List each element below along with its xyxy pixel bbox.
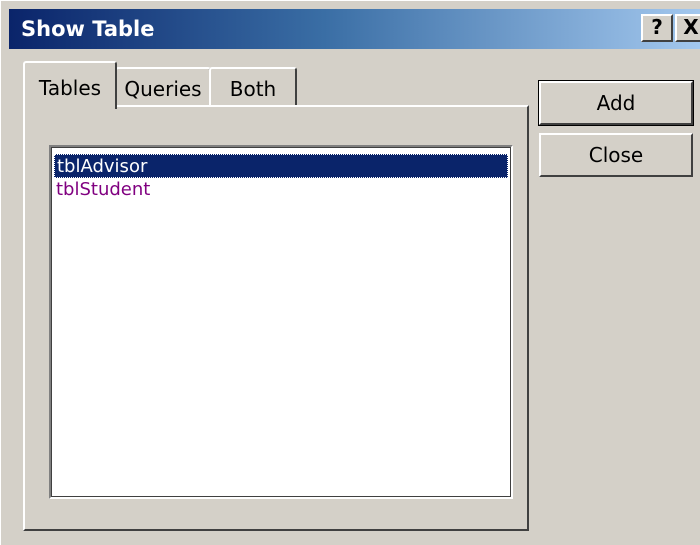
tab-tables[interactable]: Tables	[23, 61, 117, 109]
tab-both[interactable]: Both	[209, 67, 297, 107]
tab-queries[interactable]: Queries	[115, 67, 211, 107]
help-icon: ?	[651, 15, 663, 39]
tables-listbox[interactable]: tblAdvisor tblStudent	[49, 145, 513, 499]
close-button[interactable]: Close	[539, 133, 693, 177]
add-button[interactable]: Add	[538, 80, 694, 126]
list-item-tbladvisor[interactable]: tblAdvisor	[54, 154, 508, 178]
list-item-tblstudent[interactable]: tblStudent	[54, 178, 150, 202]
tab-panel-tables: tblAdvisor tblStudent	[23, 105, 529, 531]
close-window-button[interactable]: X	[675, 14, 700, 42]
show-table-dialog: Show Table ? X Tables Queries Both tblAd…	[0, 0, 700, 545]
close-icon: X	[683, 15, 699, 39]
window-title: Show Table	[21, 17, 155, 41]
help-button[interactable]: ?	[641, 14, 673, 42]
title-bar[interactable]: Show Table ? X	[9, 9, 700, 49]
